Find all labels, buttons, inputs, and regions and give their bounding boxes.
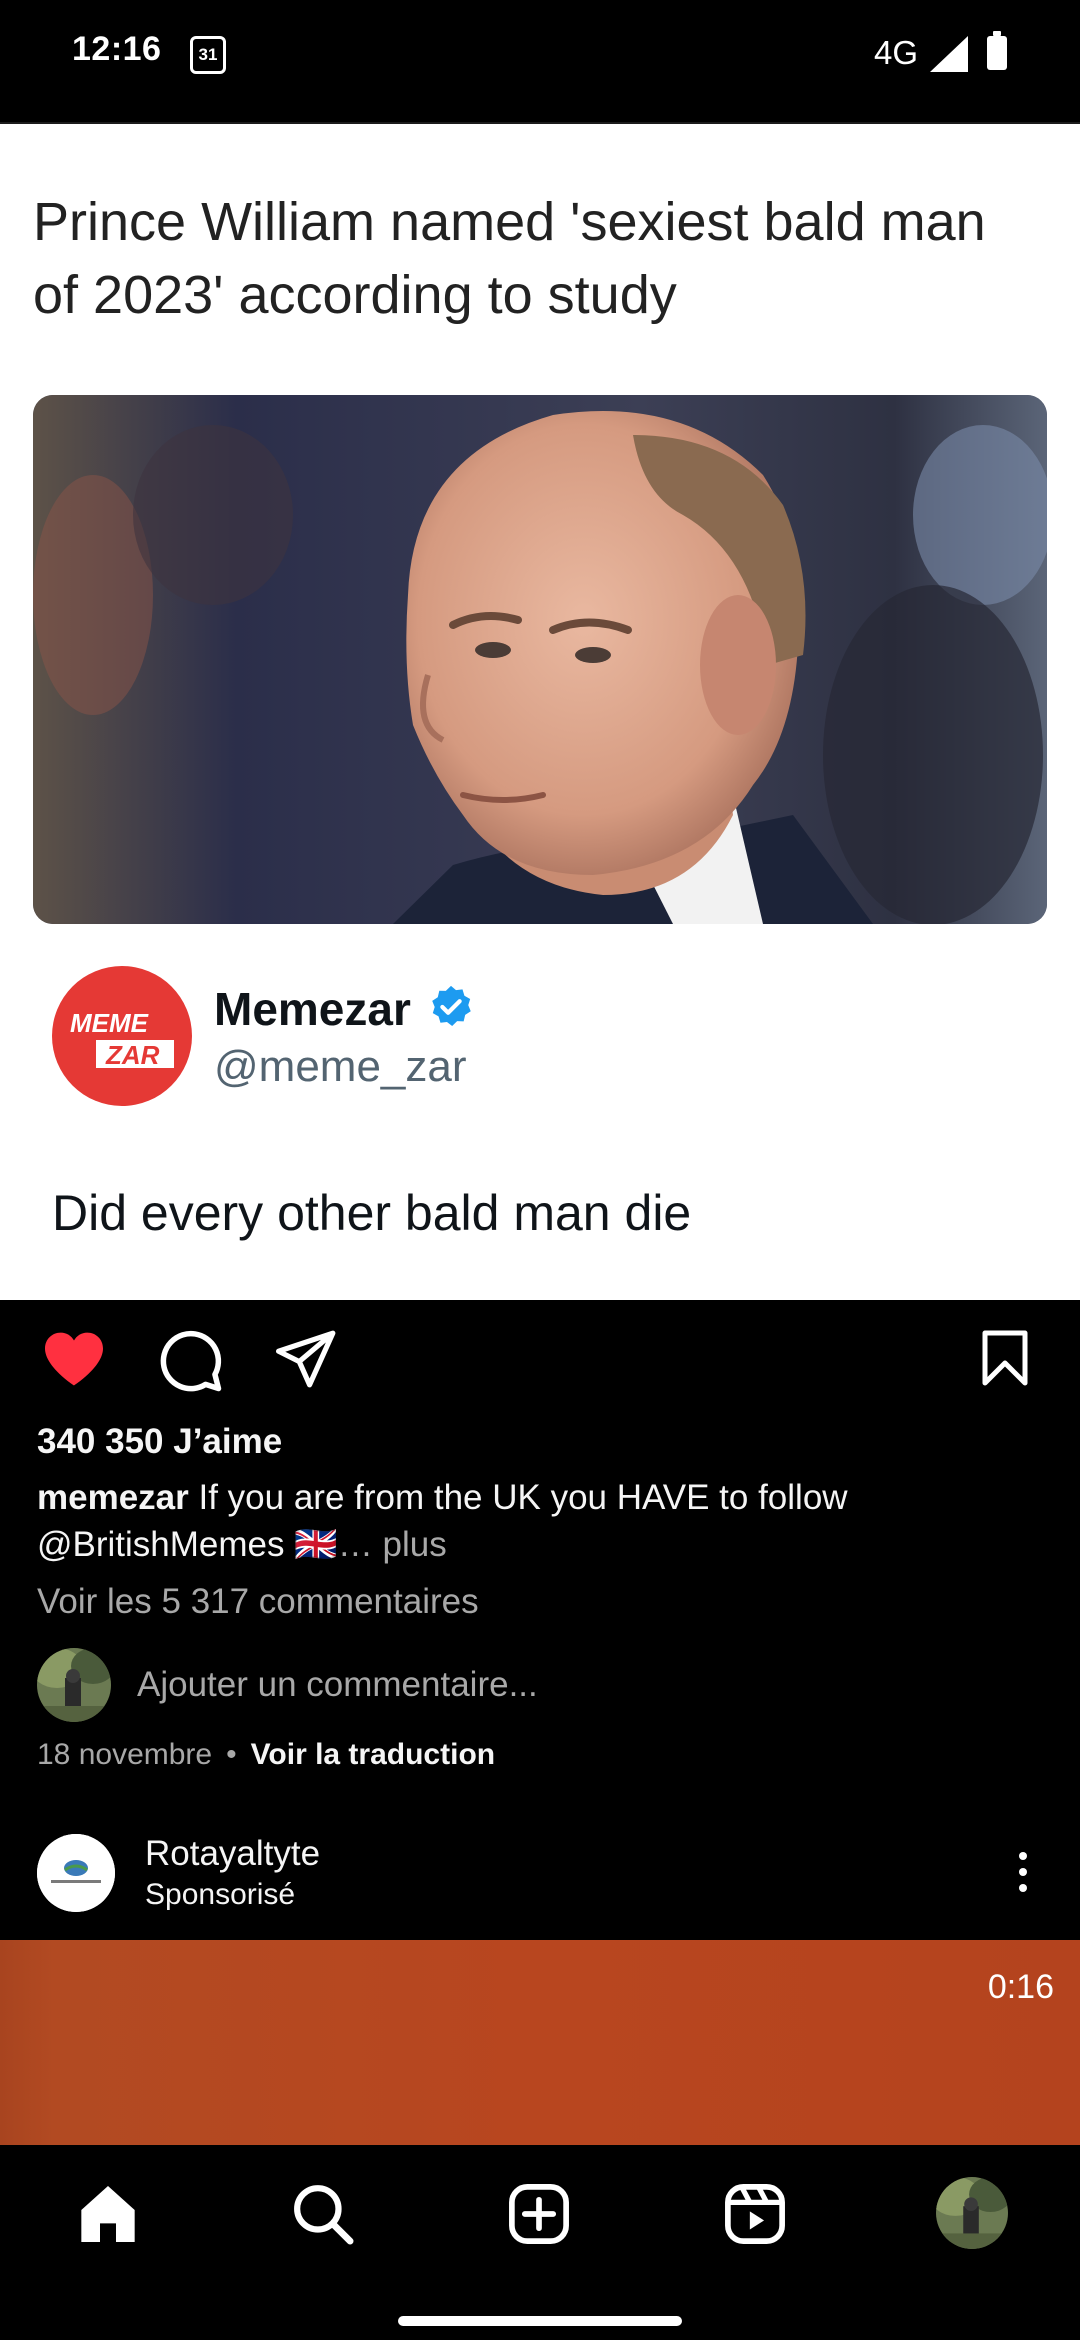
more-options-icon[interactable] <box>1008 1850 1038 1894</box>
reels-icon[interactable] <box>724 2183 786 2245</box>
user-avatar <box>37 1648 111 1722</box>
likes-count[interactable]: 340 350 J’aime <box>37 1422 282 1462</box>
status-time: 12:16 <box>72 30 162 68</box>
send-icon[interactable] <box>276 1330 338 1388</box>
comment-icon[interactable] <box>158 1328 224 1394</box>
user-avatar-image <box>37 1648 111 1722</box>
profile-avatar[interactable] <box>936 2177 1008 2249</box>
translate-link[interactable]: Voir la traduction <box>251 1738 495 1771</box>
post-actions <box>0 1300 1080 1420</box>
meta-separator: • <box>226 1738 237 1771</box>
memezar-avatar: MEME ZAR <box>52 966 192 1106</box>
caption-more-link[interactable]: … plus <box>338 1525 447 1564</box>
post-caption[interactable]: memezar If you are from the UK you HAVE … <box>37 1474 1047 1568</box>
verified-icon <box>432 985 471 1026</box>
logo-line-2: ZAR <box>105 1040 160 1070</box>
sponsor-logo <box>37 1834 115 1912</box>
sponsor-avatar[interactable] <box>37 1834 115 1912</box>
calendar-day: 31 <box>198 45 218 64</box>
view-comments-link[interactable]: Voir les 5 317 commentaires <box>37 1582 479 1622</box>
post-media[interactable]: Prince William named 'sexiest bald man o… <box>0 124 1080 1300</box>
create-icon[interactable] <box>508 2183 570 2245</box>
tweet-handle: @meme_zar <box>214 1042 467 1091</box>
logo-line-1: MEME <box>70 1008 149 1038</box>
memezar-logo: MEME ZAR <box>70 1008 174 1070</box>
caption-username[interactable]: memezar <box>37 1478 189 1517</box>
status-bar: 12:16 31 4G <box>0 0 1080 108</box>
add-comment-input[interactable]: Ajouter un commentaire... <box>137 1665 538 1705</box>
sponsor-name[interactable]: Rotayaltyte <box>145 1834 320 1874</box>
profile-avatar-image <box>936 2177 1008 2249</box>
meme-headline: Prince William named 'sexiest bald man o… <box>33 192 986 325</box>
heart-icon[interactable] <box>42 1330 106 1388</box>
tweet-author-name: Memezar <box>214 983 411 1035</box>
network-type: 4G <box>874 34 919 71</box>
video-timer: 0:16 <box>987 1968 1054 2006</box>
signal-icon <box>930 36 968 72</box>
post-date: 18 novembre <box>37 1738 213 1771</box>
bottom-nav <box>0 2145 1080 2340</box>
prince-photo-illustration <box>33 395 1047 924</box>
calendar-icon: 31 <box>190 36 226 74</box>
tweet-text: Did every other bald man die <box>52 1185 692 1241</box>
sponsored-label: Sponsorisé <box>145 1878 296 1911</box>
home-icon[interactable] <box>76 2183 140 2245</box>
gesture-bar[interactable] <box>398 2316 682 2326</box>
news-photo <box>33 395 1047 924</box>
search-icon[interactable] <box>292 2183 354 2245</box>
post-meta: 18 novembre • Voir la traduction <box>37 1738 495 1772</box>
sponsored-video[interactable]: 0:16 <box>0 1940 1080 2145</box>
battery-icon <box>987 31 1007 70</box>
bookmark-icon[interactable] <box>980 1328 1030 1388</box>
divider <box>0 108 1080 124</box>
instagram-feed-screen: 12:16 31 4G Prince William named 'sexies… <box>0 0 1080 2340</box>
